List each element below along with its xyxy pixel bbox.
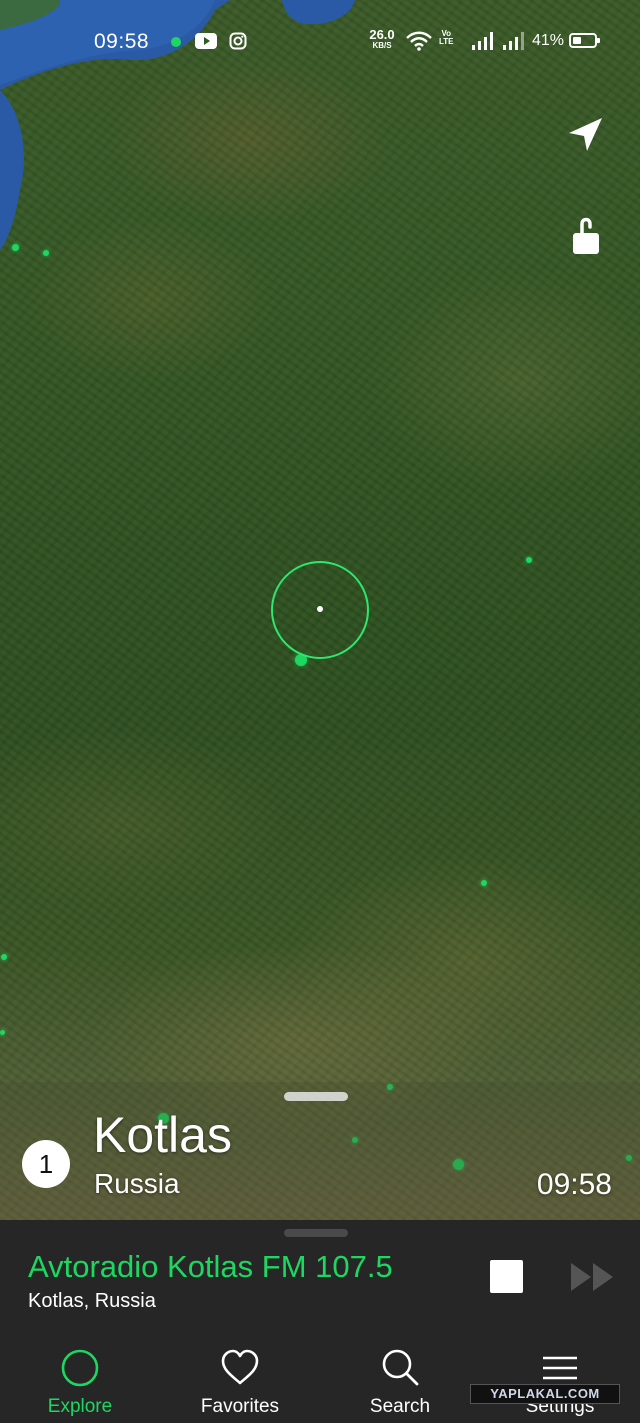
network-speed: 26.0 KB/S — [366, 28, 398, 50]
station-count-badge: 1 — [22, 1140, 70, 1188]
explore-circle-icon — [61, 1349, 99, 1387]
place-country: Russia — [94, 1168, 180, 1199]
network-speed-value: 26.0 — [369, 27, 395, 42]
player-drag-handle[interactable] — [284, 1229, 348, 1237]
place-card[interactable]: 1 Kotlas Russia 09:58 — [0, 1082, 640, 1220]
status-time: 09:58 — [94, 30, 150, 53]
status-bar: 09:58 26.0 KB/S Vo LTE 41% — [0, 0, 640, 80]
station-dot[interactable] — [1, 954, 7, 960]
place-local-time: 09:58 — [536, 1168, 612, 1201]
network-speed-unit: KB/S — [372, 41, 392, 50]
nav-search[interactable]: Search — [320, 1340, 480, 1423]
menu-icon — [543, 1356, 577, 1380]
radio-garden-app: 09:58 26.0 KB/S Vo LTE 41% 1 Kotlas Russ… — [0, 0, 640, 1423]
volte-indicator: Vo LTE — [439, 29, 454, 47]
signal-icon — [472, 32, 493, 50]
stop-icon[interactable] — [490, 1260, 523, 1293]
nav-favorites-label: Favorites — [200, 1396, 280, 1417]
battery-percent: 41% — [532, 32, 565, 49]
search-icon — [382, 1349, 419, 1386]
place-card-drag-handle[interactable] — [284, 1092, 348, 1101]
station-dot[interactable] — [481, 880, 487, 886]
nav-explore-label: Explore — [47, 1396, 113, 1417]
tuner-center-dot — [317, 606, 323, 612]
station-dot[interactable] — [43, 250, 49, 256]
heart-icon — [221, 1349, 259, 1385]
wifi-icon — [406, 31, 432, 51]
nav-settings[interactable]: Settings — [480, 1340, 640, 1423]
now-playing-bar[interactable]: Avtoradio Kotlas FM 107.5 Kotlas, Russia — [0, 1220, 640, 1340]
battery-fill — [573, 37, 581, 44]
unlock-icon[interactable] — [570, 213, 602, 257]
station-name[interactable]: Avtoradio Kotlas FM 107.5 — [28, 1249, 393, 1284]
station-dot[interactable] — [0, 1030, 5, 1035]
instagram-icon — [229, 32, 247, 50]
nav-explore[interactable]: Explore — [0, 1340, 160, 1423]
nav-favorites[interactable]: Favorites — [160, 1340, 320, 1423]
locate-arrow-icon[interactable] — [565, 115, 605, 155]
signal-icon — [503, 32, 524, 50]
youtube-icon — [195, 33, 217, 49]
watermark: YAPLAKAL.COM — [470, 1384, 620, 1404]
station-dot[interactable] — [12, 244, 19, 251]
nav-search-label: Search — [369, 1396, 431, 1417]
lte-label: LTE — [439, 37, 454, 47]
fast-forward-icon[interactable] — [568, 1260, 618, 1294]
notification-dot-icon — [171, 37, 181, 47]
station-location: Kotlas, Russia — [28, 1290, 156, 1312]
satellite-map[interactable] — [0, 0, 640, 1220]
bottom-nav: Explore Favorites Search Settings — [0, 1340, 640, 1423]
place-city: Kotlas — [93, 1107, 232, 1163]
station-dot[interactable] — [526, 557, 532, 563]
battery-icon — [569, 33, 600, 48]
